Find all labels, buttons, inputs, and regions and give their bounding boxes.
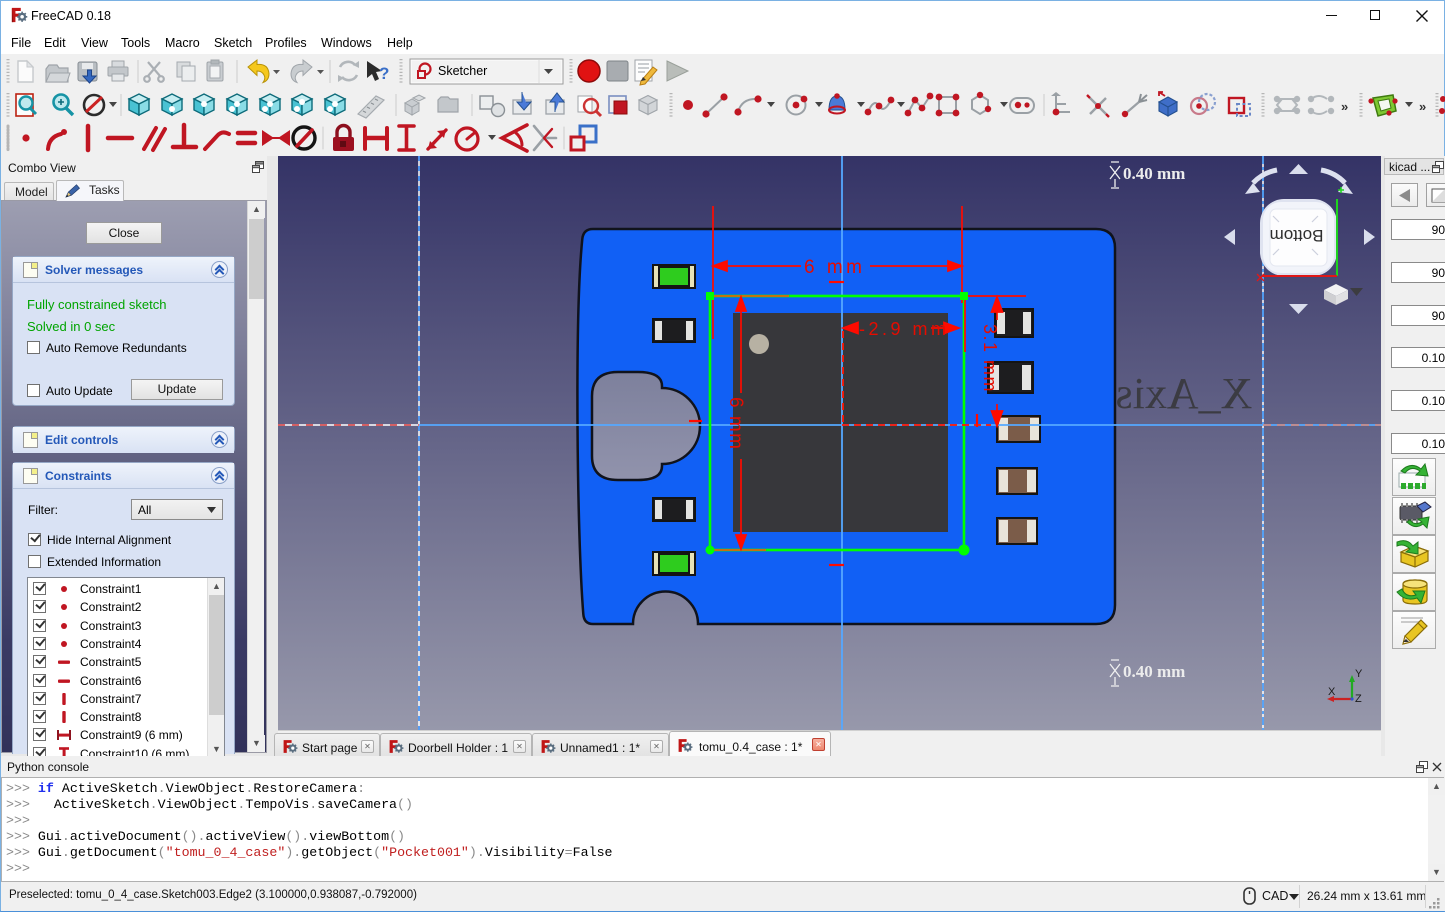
svg-text:-2.9 mm: -2.9 mm — [859, 319, 950, 339]
svg-text:»: » — [1341, 99, 1348, 114]
svg-text:0.40 mm: 0.40 mm — [1123, 164, 1185, 183]
svg-text:X: X — [1328, 686, 1336, 698]
svg-text:Sketcher: Sketcher — [438, 64, 487, 78]
svg-text:?: ? — [379, 64, 389, 83]
svg-text:»: » — [1419, 99, 1426, 114]
svg-text:3.1 mm: 3.1 mm — [980, 324, 1000, 393]
svg-text:Z: Z — [1355, 693, 1362, 705]
svg-text:Bottom: Bottom — [1270, 226, 1324, 245]
svg-text:6 mm: 6 mm — [725, 397, 746, 451]
svg-text:0.40 mm: 0.40 mm — [1123, 662, 1185, 681]
svg-text:Y: Y — [1355, 668, 1363, 680]
svg-text:X_Axis: X_Axis — [1116, 369, 1253, 418]
svg-text:6 mm: 6 mm — [804, 257, 866, 278]
